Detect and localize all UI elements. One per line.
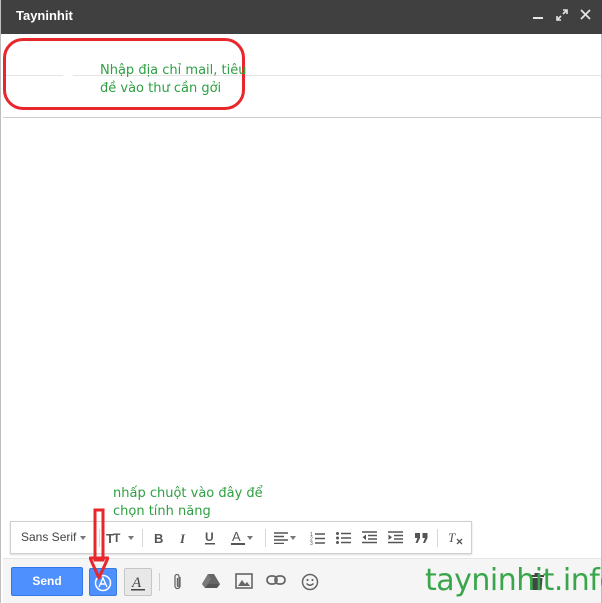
- svg-text:A: A: [232, 530, 241, 544]
- red-arrow-annotation: [89, 508, 109, 580]
- bold-icon[interactable]: B: [148, 522, 170, 553]
- svg-text:B: B: [154, 531, 163, 545]
- formatting-options-icon[interactable]: A: [124, 568, 152, 596]
- compose-window: Tayninhit Nhập địa chỉ mail, tiêu đề vào…: [0, 0, 602, 603]
- header-annotation-line1: Nhập địa chỉ mail, tiêu: [100, 63, 247, 78]
- emoji-icon[interactable]: [296, 568, 324, 596]
- close-icon[interactable]: [576, 7, 594, 25]
- drive-icon[interactable]: [197, 568, 225, 596]
- header-annotation-line2: đề vào thư cần gởi: [100, 81, 222, 96]
- compose-titlebar[interactable]: Tayninhit: [1, 0, 602, 34]
- text-color-icon[interactable]: A: [225, 522, 259, 553]
- font-size-icon[interactable]: TT: [105, 522, 135, 553]
- indent-more-icon[interactable]: [383, 522, 407, 553]
- photo-icon[interactable]: [230, 568, 258, 596]
- align-icon[interactable]: [269, 522, 301, 553]
- expand-icon[interactable]: [553, 7, 571, 25]
- feature-annotation-line2: chọn tính năng: [113, 504, 211, 519]
- remove-formatting-icon[interactable]: T: [443, 522, 467, 553]
- feature-annotation: nhấp chuột vào đây để chọn tính năng: [113, 485, 273, 521]
- svg-text:3: 3: [310, 541, 313, 545]
- message-body[interactable]: [3, 119, 601, 519]
- svg-text:I: I: [179, 531, 186, 545]
- underline-icon[interactable]: U: [199, 522, 221, 553]
- feature-annotation-line1: nhấp chuột vào đây để: [113, 486, 263, 501]
- font-family-label: Sans Serif: [21, 530, 77, 544]
- send-button[interactable]: Send: [11, 567, 83, 596]
- svg-text:A: A: [131, 575, 142, 591]
- attach-icon[interactable]: [164, 568, 192, 596]
- font-family-select[interactable]: Sans Serif: [17, 522, 95, 553]
- minimize-icon[interactable]: [529, 7, 547, 25]
- header-annotation: Nhập địa chỉ mail, tiêu đề vào thư cần g…: [100, 62, 260, 98]
- svg-text:U: U: [205, 530, 214, 544]
- quote-icon[interactable]: [409, 522, 433, 553]
- numbered-list-icon[interactable]: 123: [305, 522, 329, 553]
- indent-less-icon[interactable]: [357, 522, 381, 553]
- bulleted-list-icon[interactable]: [331, 522, 355, 553]
- italic-icon[interactable]: I: [173, 522, 195, 553]
- svg-text:T: T: [448, 531, 456, 545]
- compose-title: Tayninhit: [16, 8, 73, 23]
- svg-text:T: T: [113, 531, 121, 545]
- watermark: tayninhit.info: [425, 563, 602, 598]
- link-icon[interactable]: [262, 568, 290, 596]
- formatting-bar: Sans Serif TT B I U A 123 T: [10, 521, 472, 554]
